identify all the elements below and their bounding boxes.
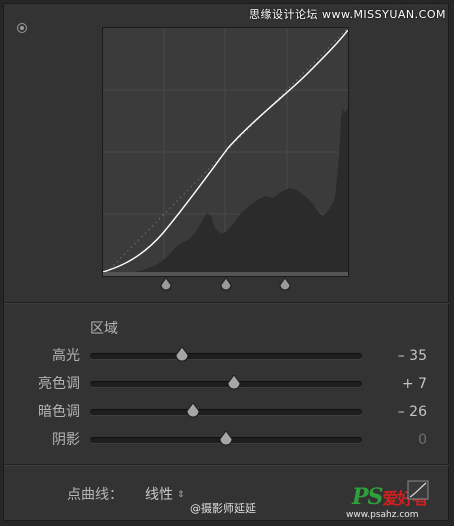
slider-track[interactable] bbox=[90, 375, 362, 390]
slider-value[interactable]: – 35 bbox=[367, 346, 427, 366]
slider-label: 暗色调 bbox=[38, 404, 80, 420]
slider-label: 高光 bbox=[52, 348, 80, 364]
slider-knob[interactable] bbox=[226, 375, 242, 392]
split-handle-midtones[interactable] bbox=[220, 278, 232, 291]
slider-value[interactable]: 0 bbox=[367, 430, 427, 450]
slider-track[interactable] bbox=[90, 347, 362, 362]
ps-logo-text: PS bbox=[352, 484, 383, 510]
slider-value[interactable]: – 26 bbox=[367, 402, 427, 422]
point-curve-label: 点曲线： bbox=[67, 487, 123, 503]
slider-knob[interactable] bbox=[185, 403, 201, 420]
point-curve-value: 线性 bbox=[145, 487, 173, 503]
tone-range-bar bbox=[103, 272, 348, 276]
slider-value[interactable]: + 7 bbox=[367, 374, 427, 394]
split-handles bbox=[0, 278, 454, 292]
watermark-top: 思缘设计论坛 www.MISSYUAN.COM bbox=[248, 8, 446, 21]
point-curve-select[interactable]: 线性 ⇕ bbox=[145, 484, 185, 504]
tone-curve-graph[interactable] bbox=[102, 27, 349, 277]
slider-knob[interactable] bbox=[174, 347, 190, 364]
slider-row-darks: 暗色调 – 26 bbox=[0, 402, 454, 422]
slider-track[interactable] bbox=[90, 431, 362, 446]
slider-row-highlights: 高光 – 35 bbox=[0, 346, 454, 366]
edit-point-curve-icon[interactable] bbox=[407, 480, 429, 500]
slider-label: 亮色调 bbox=[38, 376, 80, 392]
slider-track[interactable] bbox=[90, 403, 362, 418]
curve-svg bbox=[103, 28, 348, 276]
region-title: 区域 bbox=[90, 321, 118, 337]
divider bbox=[5, 302, 449, 304]
ps-url: www.psahz.com bbox=[346, 510, 419, 520]
author-watermark: @摄影师延延 bbox=[190, 502, 256, 515]
slider-row-shadows: 阴影 0 bbox=[0, 430, 454, 450]
slider-row-lights: 亮色调 + 7 bbox=[0, 374, 454, 394]
select-arrows-icon: ⇕ bbox=[177, 490, 185, 500]
slider-label: 阴影 bbox=[52, 432, 80, 448]
target-adjustment-icon[interactable] bbox=[17, 23, 27, 33]
split-handle-highlights[interactable] bbox=[279, 278, 291, 291]
divider bbox=[5, 464, 449, 466]
split-handle-shadows[interactable] bbox=[160, 278, 172, 291]
slider-knob[interactable] bbox=[218, 431, 234, 448]
